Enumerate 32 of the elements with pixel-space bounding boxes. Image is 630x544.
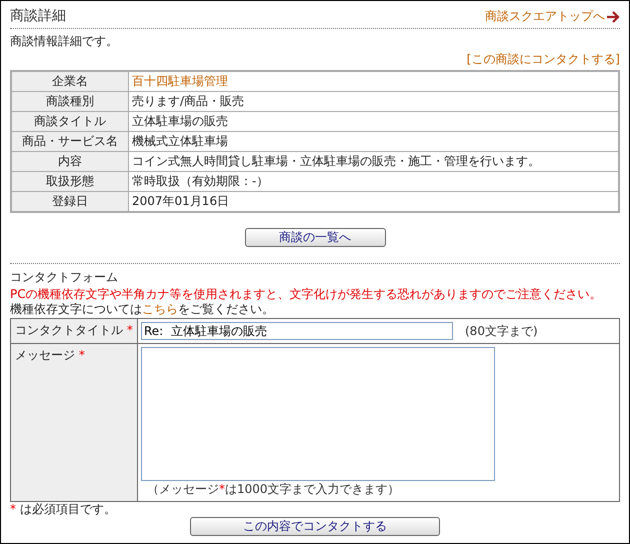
field-label: 商品・サービス名	[11, 132, 128, 152]
form-label: コンタクトタイトル *	[10, 318, 138, 344]
field-value: コイン式無人時間貸し駐車場・立体駐車場の販売・施工・管理を行います。	[132, 154, 540, 168]
warning-text: PCの機種依存文字や半角カナ等を使用されますと、文字化けが発生する恐れがありますのでご注意ください。	[10, 287, 603, 302]
field-hint: （メッセージ*は1000文字まで入力できます）	[146, 482, 400, 496]
intro-text: 商談情報詳細です。	[10, 34, 119, 49]
field-label: 登録日	[11, 192, 128, 212]
field-value: 立体駐車場の販売	[132, 114, 228, 128]
field-hint: (80文字まで)	[464, 322, 538, 340]
field-label: 商談タイトル	[11, 112, 128, 132]
required-note: * は必須項目です。	[10, 502, 117, 517]
form-heading: コンタクトフォーム	[10, 270, 119, 285]
company-link[interactable]: 百十四駐車場管理	[132, 74, 228, 88]
field-value: 常時取扱（有効期限：-）	[132, 174, 268, 188]
title-field[interactable]: Re: 立体駐車場の販売	[141, 322, 453, 340]
message-field[interactable]	[141, 347, 495, 481]
form-label: メッセージ *	[10, 344, 138, 502]
note-text: 機種依存文字については こちら をご覧ください。	[10, 302, 275, 317]
submit-button[interactable]: この内容でコンタクトする	[190, 517, 440, 536]
field-value: 2007年01月16日	[132, 194, 230, 208]
field-value: 機械式立体駐車場	[132, 134, 228, 148]
field-label: 取扱形態	[11, 172, 128, 192]
field-value: 売ります/商品・販売	[132, 94, 244, 108]
contact-link[interactable]: [この商談にコンタクトする]	[466, 51, 620, 68]
here-link[interactable]: こちら	[142, 302, 178, 316]
list-button[interactable]: 商談の一覧へ	[244, 228, 386, 247]
field-label: 内容	[11, 152, 128, 172]
top-link[interactable]: 商談スクエアトップへ	[485, 8, 620, 25]
arrow-icon	[606, 10, 620, 22]
field-label: 企業名	[11, 71, 128, 92]
field-label: 商談種別	[11, 92, 128, 112]
page-title: 商談詳細	[10, 7, 66, 25]
